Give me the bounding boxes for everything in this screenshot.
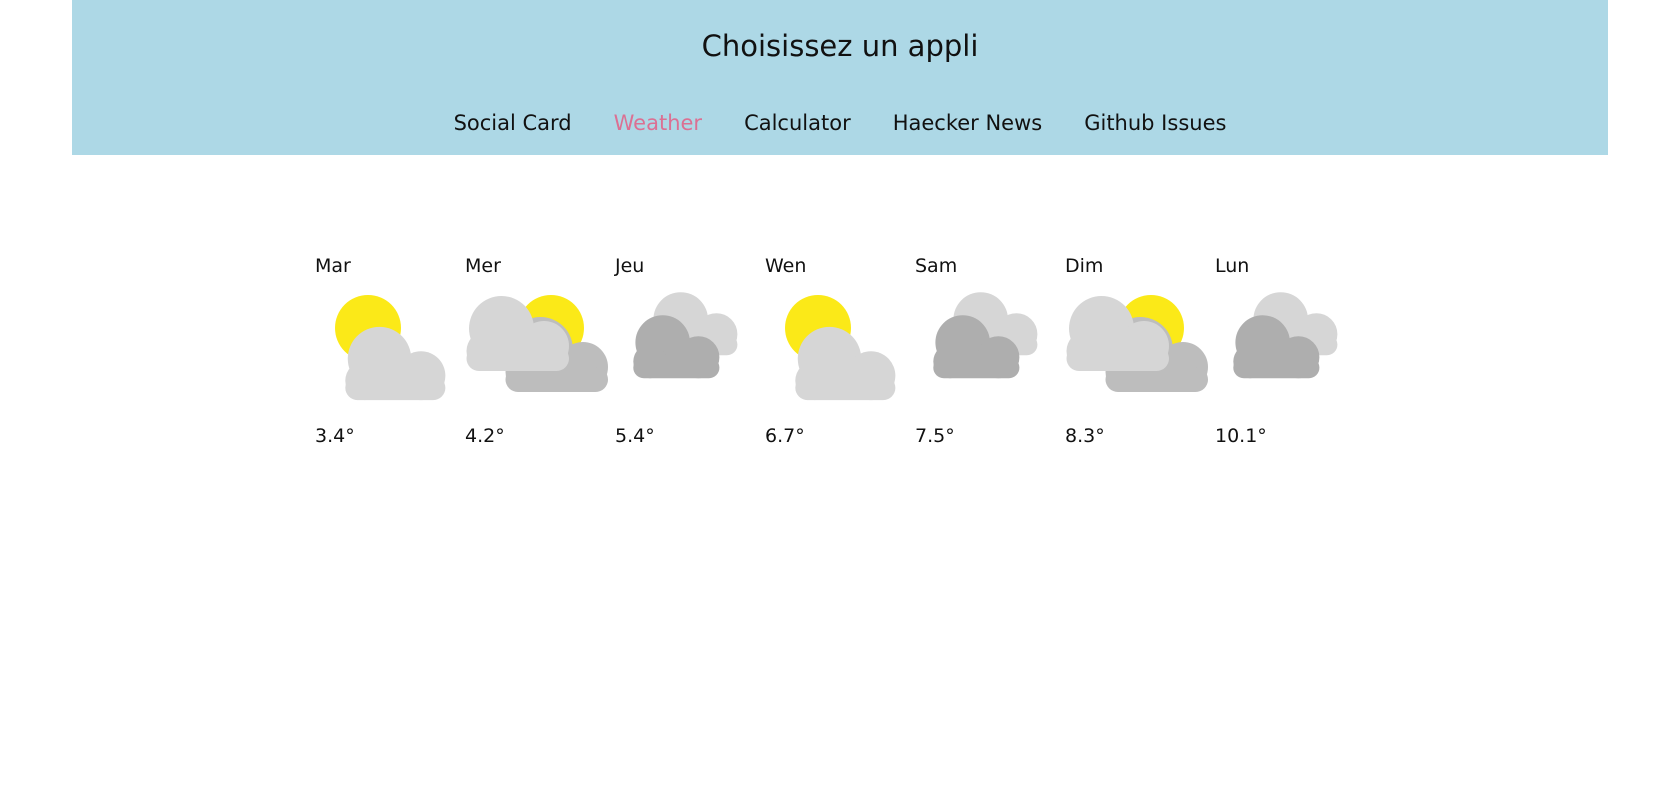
weather-forecast: Mar 3.4° Mer 4.2° Jeu 5.4° Wen 6.7° Sam …	[315, 250, 1365, 460]
day-name: Sam	[915, 255, 958, 277]
app-header: Choisissez un appli Social Card Weather …	[72, 0, 1608, 155]
sun-behind-clouds-icon	[1066, 295, 1208, 392]
overcast-clouds-icon	[933, 292, 1038, 379]
forecast-day: Mar 3.4°	[315, 250, 465, 460]
day-name: Wen	[765, 255, 807, 277]
nav-item-weather[interactable]: Weather	[593, 106, 723, 140]
day-temperature: 5.4°	[615, 425, 655, 447]
sun-behind-clouds-icon	[466, 295, 608, 392]
forecast-day: Sam 7.5°	[915, 250, 1065, 460]
overcast-clouds-icon	[1233, 292, 1338, 379]
nav-item-github-issues[interactable]: Github Issues	[1063, 106, 1247, 140]
day-temperature: 8.3°	[1065, 425, 1105, 447]
day-temperature: 3.4°	[315, 425, 355, 447]
forecast-day: Jeu 5.4°	[615, 250, 765, 460]
day-name: Lun	[1215, 255, 1250, 277]
day-name: Mar	[315, 255, 351, 277]
day-temperature: 4.2°	[465, 425, 505, 447]
app-nav: Social Card Weather Calculator Haecker N…	[72, 106, 1608, 140]
forecast-day: Wen 6.7°	[765, 250, 915, 460]
overcast-clouds-icon	[633, 292, 738, 379]
forecast-day: Dim 8.3°	[1065, 250, 1215, 460]
nav-item-social-card[interactable]: Social Card	[433, 106, 593, 140]
page-title: Choisissez un appli	[701, 29, 979, 63]
nav-item-haecker-news[interactable]: Haecker News	[872, 106, 1064, 140]
partly-sunny-icon	[335, 295, 446, 401]
day-temperature: 7.5°	[915, 425, 955, 447]
day-temperature: 6.7°	[765, 425, 805, 447]
forecast-day: Mer 4.2°	[465, 250, 615, 460]
day-name: Jeu	[615, 255, 645, 277]
forecast-day: Lun 10.1°	[1215, 250, 1365, 460]
nav-item-calculator[interactable]: Calculator	[723, 106, 872, 140]
partly-sunny-icon	[785, 295, 896, 401]
day-name: Mer	[465, 255, 501, 277]
day-name: Dim	[1065, 255, 1104, 277]
day-temperature: 10.1°	[1215, 425, 1267, 447]
